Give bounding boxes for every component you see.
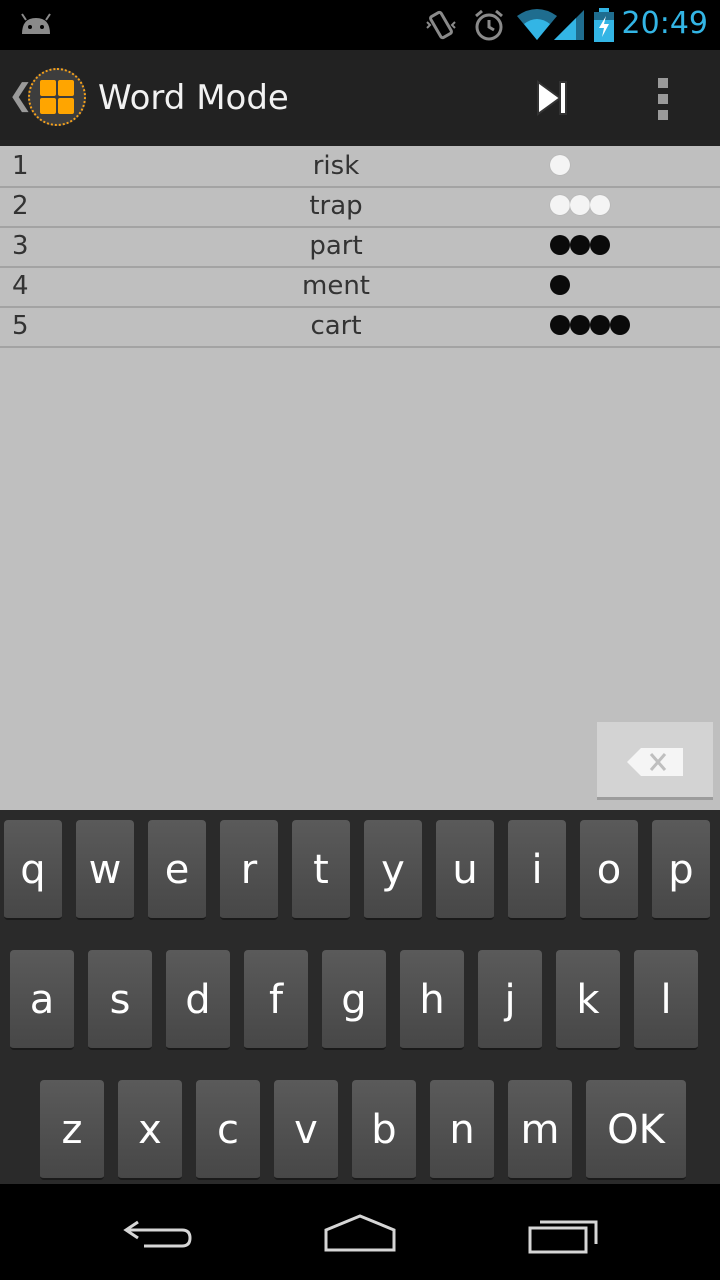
key-n[interactable]: n (430, 1080, 494, 1180)
black-dot (550, 315, 570, 335)
signal-icon (554, 10, 584, 40)
key-m[interactable]: m (508, 1080, 572, 1180)
white-dot (550, 195, 570, 215)
key-d[interactable]: d (166, 950, 230, 1050)
row-number: 1 (12, 151, 29, 181)
keyboard: q w e r t y u i o p a s d f g h j k l z … (0, 810, 720, 1184)
row-word: part (309, 231, 363, 261)
backspace-icon (627, 748, 683, 776)
key-c[interactable]: c (196, 1080, 260, 1180)
android-notification-icon (21, 13, 51, 34)
key-b[interactable]: b (352, 1080, 416, 1180)
key-u[interactable]: u (436, 820, 494, 920)
black-dot (610, 315, 630, 335)
overflow-menu-button[interactable] (640, 70, 688, 126)
key-h[interactable]: h (400, 950, 464, 1050)
white-dot (550, 155, 570, 175)
ok-key[interactable]: OK (586, 1080, 686, 1180)
skip-next-icon (537, 80, 567, 116)
key-a[interactable]: a (10, 950, 74, 1050)
black-dot (570, 315, 590, 335)
row-word: cart (310, 311, 362, 341)
key-g[interactable]: g (322, 950, 386, 1050)
key-k[interactable]: k (556, 950, 620, 1050)
key-i[interactable]: i (508, 820, 566, 920)
row-number: 3 (12, 231, 29, 261)
list-item[interactable]: 4 ment (0, 266, 720, 308)
white-dot (570, 195, 590, 215)
key-v[interactable]: v (274, 1080, 338, 1180)
key-o[interactable]: o (580, 820, 638, 920)
page-title: Word Mode (98, 78, 289, 118)
black-dot (550, 235, 570, 255)
row-word: risk (312, 151, 360, 181)
black-dot (590, 315, 610, 335)
score-dots (550, 195, 610, 217)
score-dots (550, 155, 570, 177)
word-list: 1 risk 2 trap 3 part 4 ment 5 cart (0, 146, 720, 810)
vibrate-icon (426, 10, 456, 40)
black-dot (550, 275, 570, 295)
navigation-bar (0, 1184, 720, 1280)
recent-apps-icon[interactable] (524, 1214, 604, 1258)
app-grid-icon[interactable] (28, 68, 86, 126)
battery-charging-icon (594, 8, 614, 42)
clock: 20:49 (621, 6, 708, 41)
key-w[interactable]: w (76, 820, 134, 920)
list-item[interactable]: 3 part (0, 226, 720, 268)
key-y[interactable]: y (364, 820, 422, 920)
key-t[interactable]: t (292, 820, 350, 920)
row-word: ment (302, 271, 370, 301)
row-word: trap (309, 191, 363, 221)
list-item[interactable]: 2 trap (0, 186, 720, 228)
key-p[interactable]: p (652, 820, 710, 920)
key-l[interactable]: l (634, 950, 698, 1050)
delete-button[interactable] (597, 722, 713, 800)
overflow-menu-icon (658, 78, 668, 88)
list-item[interactable]: 5 cart (0, 306, 720, 348)
key-j[interactable]: j (478, 950, 542, 1050)
key-x[interactable]: x (118, 1080, 182, 1180)
black-dot (570, 235, 590, 255)
wifi-icon (517, 9, 557, 40)
white-dot (590, 195, 610, 215)
key-e[interactable]: e (148, 820, 206, 920)
row-number: 4 (12, 271, 29, 301)
key-f[interactable]: f (244, 950, 308, 1050)
row-number: 2 (12, 191, 29, 221)
score-dots (550, 315, 630, 337)
status-bar: 20:49 (0, 0, 720, 50)
row-number: 5 (12, 311, 29, 341)
action-bar: ❮ Word Mode (0, 50, 720, 148)
black-dot (590, 235, 610, 255)
home-icon[interactable] (320, 1212, 400, 1256)
skip-next-button[interactable] (520, 70, 584, 126)
score-dots (550, 235, 610, 257)
alarm-icon (475, 9, 503, 41)
score-dots (550, 275, 570, 297)
back-icon[interactable] (120, 1214, 200, 1254)
key-s[interactable]: s (88, 950, 152, 1050)
list-item[interactable]: 1 risk (0, 146, 720, 188)
key-q[interactable]: q (4, 820, 62, 920)
key-z[interactable]: z (40, 1080, 104, 1180)
key-r[interactable]: r (220, 820, 278, 920)
